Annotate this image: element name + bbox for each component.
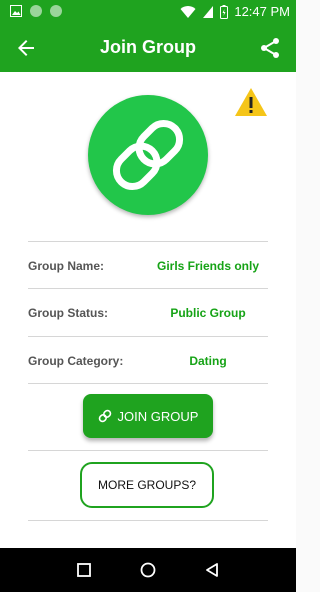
notification-dot-icon bbox=[50, 5, 62, 17]
share-icon[interactable] bbox=[258, 36, 282, 60]
divider bbox=[28, 241, 268, 242]
status-bar: 12:47 PM bbox=[0, 0, 296, 24]
recents-square-icon[interactable] bbox=[74, 560, 94, 580]
group-status-label: Group Status: bbox=[28, 306, 108, 320]
divider bbox=[28, 520, 268, 521]
page-title: Join Group bbox=[100, 37, 196, 57]
divider bbox=[28, 450, 268, 451]
group-name-value: Girls Friends only bbox=[156, 259, 260, 273]
link-icon bbox=[98, 409, 111, 423]
notification-dot-icon bbox=[30, 5, 42, 17]
group-status-value: Public Group bbox=[170, 306, 246, 320]
more-groups-label: MORE GROUPS? bbox=[97, 478, 196, 492]
divider bbox=[28, 383, 268, 384]
more-groups-button[interactable]: MORE GROUPS? bbox=[80, 462, 214, 508]
app-bar: Join Group bbox=[0, 24, 296, 72]
divider bbox=[28, 288, 268, 289]
group-logo bbox=[88, 95, 208, 215]
join-group-label: JOIN GROUP bbox=[117, 408, 199, 424]
signal-icon bbox=[203, 5, 214, 18]
join-group-button[interactable]: JOIN GROUP bbox=[83, 394, 213, 438]
image-icon bbox=[10, 5, 22, 17]
back-triangle-icon[interactable] bbox=[202, 560, 222, 580]
link-icon bbox=[112, 119, 184, 191]
warning-icon[interactable] bbox=[234, 87, 268, 117]
group-category-label: Group Category: bbox=[28, 354, 124, 368]
home-circle-icon[interactable] bbox=[138, 560, 158, 580]
group-category-value: Dating bbox=[189, 354, 227, 368]
divider bbox=[28, 336, 268, 337]
status-time: 12:47 PM bbox=[234, 4, 290, 19]
wifi-icon bbox=[180, 5, 196, 18]
battery-icon bbox=[220, 4, 229, 19]
group-name-label: Group Name: bbox=[28, 259, 105, 273]
navigation-bar bbox=[0, 548, 296, 592]
